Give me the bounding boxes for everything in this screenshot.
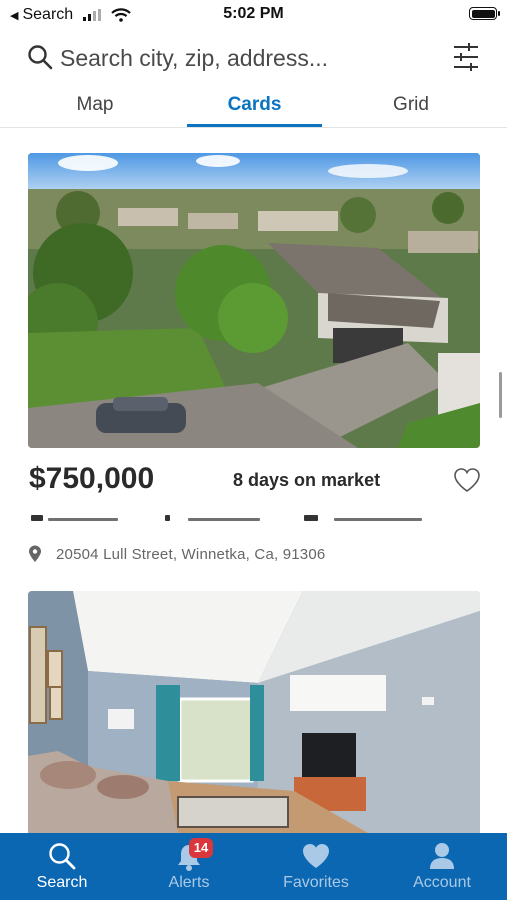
- bottom-tab-bar: Search 14 Alerts Favorites Account: [0, 833, 507, 900]
- tab-grid[interactable]: Grid: [346, 88, 476, 128]
- search-bar: [0, 36, 507, 82]
- listing-photo[interactable]: [28, 153, 480, 448]
- filter-sliders-icon[interactable]: [452, 42, 480, 72]
- listing-address: 20504 Lull Street, Winnetka, Ca, 91306: [56, 545, 326, 563]
- view-tabs: Map Cards Grid: [0, 88, 507, 128]
- aerial-house-photo: [28, 153, 480, 448]
- status-bar: ◀ Search 5:02 PM: [0, 0, 507, 30]
- nav-search-label: Search: [36, 874, 88, 891]
- status-time: 5:02 PM: [223, 5, 284, 22]
- nav-account[interactable]: Account: [380, 833, 504, 900]
- battery-icon: [469, 7, 500, 20]
- favorite-heart-icon[interactable]: [453, 467, 481, 493]
- listing-address-row: 20504 Lull Street, Winnetka, Ca, 91306: [28, 545, 325, 563]
- tab-cards[interactable]: Cards: [187, 88, 322, 128]
- search-input[interactable]: [60, 40, 440, 76]
- alerts-count-badge: 14: [189, 838, 213, 858]
- nav-account-label: Account: [413, 874, 471, 891]
- nav-alerts-label: Alerts: [168, 874, 210, 891]
- nav-favorites[interactable]: Favorites: [254, 833, 378, 900]
- location-pin-icon: [29, 545, 41, 562]
- active-tab-indicator: [187, 124, 322, 127]
- nav-alerts[interactable]: 14 Alerts: [127, 833, 251, 900]
- days-on-market: 8 days on market: [233, 470, 381, 490]
- nav-favorites-label: Favorites: [283, 874, 349, 891]
- search-icon: [28, 45, 53, 70]
- listing-facts-row: [28, 510, 480, 522]
- heart-icon: [303, 844, 329, 868]
- listing-photo[interactable]: [28, 591, 480, 833]
- scroll-indicator[interactable]: [499, 372, 502, 418]
- living-room-photo: [28, 591, 480, 833]
- tab-map[interactable]: Map: [30, 88, 160, 128]
- nav-search[interactable]: Search: [0, 833, 124, 900]
- listing-price: $750,000: [29, 462, 155, 495]
- search-icon: [49, 843, 76, 870]
- person-icon: [430, 843, 454, 869]
